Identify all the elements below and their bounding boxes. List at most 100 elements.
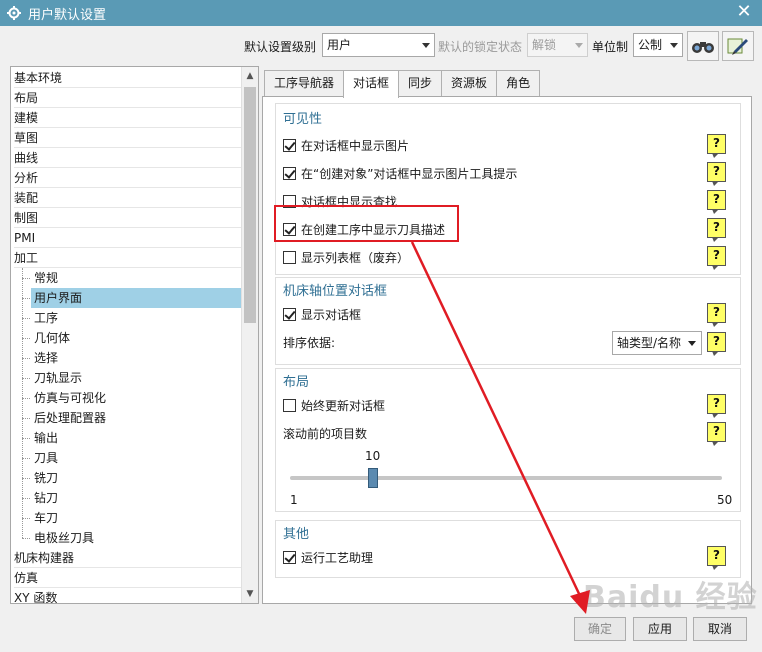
slider-value: 10	[365, 449, 381, 463]
find-button[interactable]	[687, 31, 719, 61]
apply-button[interactable]: 应用	[633, 617, 687, 641]
unit-value: 公制	[638, 38, 663, 52]
tree-item[interactable]: 常规	[22, 268, 242, 288]
section-title: 可见性	[283, 112, 323, 127]
machine-axis-section: 机床轴位置对话框 显示对话框 ? 排序依据: 轴类型/名称 ?	[275, 277, 741, 365]
other-section: 其他 运行工艺助理 ?	[275, 520, 741, 578]
scroll-down-icon[interactable]: ▼	[242, 585, 258, 603]
checkbox[interactable]	[283, 139, 296, 152]
tree-item[interactable]: 后处理配置器	[22, 408, 242, 428]
tree-item[interactable]: 铣刀	[22, 468, 242, 488]
slider-max: 50	[717, 493, 733, 507]
tab-dialog[interactable]: 对话框	[343, 70, 400, 98]
tree-item[interactable]: 建模	[14, 108, 242, 128]
visibility-section: 可见性 在对话框中显示图片 ? 在“创建对象”对话框中显示图片工具提示 ? 对话…	[275, 103, 741, 275]
category-tree: 基本环境 布局 建模 草图 曲线 分析 装配 制图 PMI 加工 常规 用户界面…	[10, 66, 259, 604]
tree-item[interactable]: XY 函数	[14, 588, 242, 603]
checkbox[interactable]	[283, 308, 296, 321]
checkbox-always-update[interactable]: 始终更新对话框	[283, 397, 385, 415]
cancel-button[interactable]: 取消	[693, 617, 747, 641]
help-icon[interactable]: ?	[707, 134, 726, 158]
checkbox-run-assistant[interactable]: 运行工艺助理	[283, 549, 373, 567]
level-label: 默认设置级别	[244, 40, 317, 54]
help-icon[interactable]: ?	[707, 190, 726, 214]
tree-item[interactable]: 刀轨显示	[22, 368, 242, 388]
tree-item[interactable]: 工序	[22, 308, 242, 328]
checkbox[interactable]	[283, 251, 296, 264]
watermark-logo: Baidu 经验	[583, 580, 758, 615]
tab-operation-navigator[interactable]: 工序导航器	[264, 70, 345, 97]
tree-item[interactable]: PMI	[14, 228, 242, 248]
tab-resource-bar[interactable]: 资源板	[441, 70, 498, 97]
slider-min: 1	[290, 493, 298, 507]
tree-item[interactable]: 刀具	[22, 448, 242, 468]
tree-item[interactable]: 仿真	[14, 568, 242, 588]
chevron-down-icon	[575, 43, 583, 48]
tree-item[interactable]: 输出	[22, 428, 242, 448]
level-value: 用户	[327, 38, 352, 52]
help-icon[interactable]: ?	[707, 303, 726, 327]
tree-item[interactable]: 电极丝刀具	[22, 528, 242, 548]
slider-track[interactable]	[290, 476, 722, 480]
level-dropdown[interactable]: 用户	[322, 33, 435, 57]
scroll-thumb[interactable]	[244, 87, 256, 323]
checkbox[interactable]	[283, 167, 296, 180]
checkbox-list-box[interactable]: 显示列表框（废弃）	[283, 249, 409, 267]
help-icon[interactable]: ?	[707, 422, 726, 446]
tree-item[interactable]: 几何体	[22, 328, 242, 348]
toolbar: 默认设置级别 用户 默认的锁定状态 解锁 单位制 公制	[0, 30, 762, 64]
help-icon[interactable]: ?	[707, 162, 726, 186]
tree-item[interactable]: 选择	[22, 348, 242, 368]
chevron-down-icon	[688, 341, 696, 346]
checkbox-show-dialog[interactable]: 显示对话框	[283, 306, 361, 324]
tree-item[interactable]: 钻刀	[22, 488, 242, 508]
checkbox[interactable]	[283, 399, 296, 412]
tree-item[interactable]: 曲线	[14, 148, 242, 168]
help-icon[interactable]: ?	[707, 394, 726, 418]
close-icon[interactable]: ✕	[734, 2, 754, 22]
help-icon[interactable]: ?	[707, 332, 726, 356]
tree-item[interactable]: 仿真与可视化	[22, 388, 242, 408]
lock-value: 解锁	[532, 38, 557, 52]
tree-item[interactable]: 装配	[14, 188, 242, 208]
checkbox-image-tooltips[interactable]: 在“创建对象”对话框中显示图片工具提示	[283, 165, 517, 183]
tree-scrollbar[interactable]: ▲ ▼	[241, 67, 258, 603]
help-icon[interactable]: ?	[707, 218, 726, 242]
checkbox[interactable]	[283, 551, 296, 564]
checkbox-show-images[interactable]: 在对话框中显示图片	[283, 137, 409, 155]
section-title: 布局	[283, 375, 310, 390]
help-icon[interactable]: ?	[707, 546, 726, 570]
lock-dropdown[interactable]: 解锁	[527, 33, 588, 57]
tree-item[interactable]: 机床构建器	[14, 548, 242, 568]
chevron-down-icon	[670, 43, 678, 48]
tab-sync[interactable]: 同步	[398, 70, 443, 97]
scroll-up-icon[interactable]: ▲	[242, 67, 258, 85]
tab-bar: 工序导航器 对话框 同步 资源板 角色	[264, 70, 541, 98]
tab-role[interactable]: 角色	[496, 70, 541, 97]
tree-item[interactable]: 制图	[14, 208, 242, 228]
ok-button[interactable]: 确定	[574, 617, 626, 641]
tree-item[interactable]: 分析	[14, 168, 242, 188]
unit-dropdown[interactable]: 公制	[633, 33, 683, 57]
slider-thumb[interactable]	[368, 468, 378, 488]
tree-item-selected[interactable]: 用户界面	[22, 288, 242, 308]
scroll-items-label: 滚动前的项目数	[283, 427, 368, 441]
tree-item[interactable]: 车刀	[22, 508, 242, 528]
section-title: 机床轴位置对话框	[283, 284, 388, 299]
tree-item[interactable]: 基本环境	[14, 68, 242, 88]
sort-label: 排序依据:	[283, 336, 336, 350]
tree-item[interactable]: 布局	[14, 88, 242, 108]
tree-item[interactable]: 加工	[14, 248, 242, 268]
binoculars-icon	[692, 42, 714, 53]
gear-icon	[6, 5, 22, 21]
window-title: 用户默认设置	[28, 7, 107, 23]
chevron-down-icon	[422, 43, 430, 48]
lock-label: 默认的锁定状态	[438, 40, 523, 54]
tree-item[interactable]: 草图	[14, 128, 242, 148]
export-button[interactable]	[722, 31, 754, 61]
layout-section: 布局 始终更新对话框 ? 滚动前的项目数 ? 10 1 50	[275, 368, 741, 512]
help-icon[interactable]: ?	[707, 246, 726, 270]
sort-dropdown[interactable]: 轴类型/名称	[612, 331, 702, 355]
section-title: 其他	[283, 527, 310, 542]
settings-panel: 可见性 在对话框中显示图片 ? 在“创建对象”对话框中显示图片工具提示 ? 对话…	[262, 96, 752, 604]
